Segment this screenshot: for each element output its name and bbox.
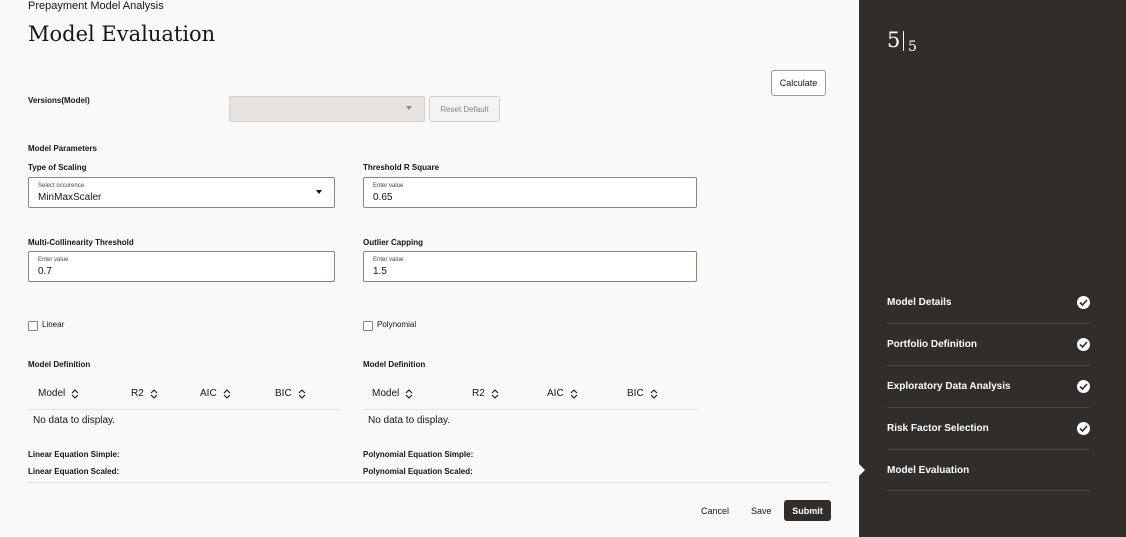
column-header-label: AIC: [547, 388, 564, 399]
linear-empty-message: No data to display.: [33, 415, 116, 426]
step-exploratory-data-analysis[interactable]: Exploratory Data Analysis: [887, 380, 1090, 423]
polynomial-model-definition-title: Model Definition: [363, 360, 426, 369]
check-circle-icon: [1077, 296, 1090, 309]
polynomial-equation-scaled: Polynomial Equation Scaled:: [363, 467, 473, 476]
step-label: Model Evaluation: [887, 465, 970, 476]
step-counter: 5 5: [887, 28, 917, 55]
calculate-button[interactable]: Calculate: [771, 70, 826, 96]
sort-icon[interactable]: [71, 388, 79, 399]
polynomial-empty-message: No data to display.: [368, 415, 451, 426]
table-header-divider: [28, 409, 340, 410]
chevron-down-icon: [406, 106, 412, 110]
main-panel: Prepayment Model Analysis Model Evaluati…: [0, 0, 859, 537]
sort-icon[interactable]: [298, 388, 306, 399]
column-header-label: Model: [372, 388, 400, 399]
scaling-hint: Select occurence: [38, 183, 85, 189]
chevron-down-icon[interactable]: [316, 190, 322, 194]
step-divider: [887, 407, 1090, 408]
polynomial-checkbox[interactable]: [363, 321, 373, 331]
poly-col-aic[interactable]: AIC: [547, 388, 578, 399]
polynomial-checkbox-label[interactable]: Polynomial: [377, 320, 416, 329]
outlier-capping-label: Outlier Capping: [363, 238, 423, 247]
column-header-label: BIC: [627, 388, 644, 399]
threshold-r-square-label: Threshold R Square: [363, 163, 440, 172]
multi-collinearity-label: Multi-Collinearity Threshold: [28, 238, 134, 247]
save-button[interactable]: Save: [751, 506, 772, 516]
poly-col-r2[interactable]: R2: [472, 388, 499, 399]
page-title: Model Evaluation: [28, 22, 216, 46]
check-circle-icon: [1077, 380, 1090, 393]
step-divider: [887, 323, 1090, 324]
step-label: Exploratory Data Analysis: [887, 381, 1011, 392]
step-separator: [903, 31, 904, 51]
step-label: Risk Factor Selection: [887, 423, 989, 434]
step-divider: [887, 490, 1090, 491]
step-risk-factor-selection[interactable]: Risk Factor Selection: [887, 422, 1090, 465]
versions-label: Versions(Model): [28, 96, 90, 105]
table-header-divider: [363, 409, 697, 410]
threshold-r-square-value: 0.65: [373, 192, 393, 203]
multi-collinearity-input[interactable]: Enter value 0.7: [28, 251, 335, 282]
breadcrumb[interactable]: Prepayment Model Analysis: [28, 0, 164, 12]
step-divider: [887, 449, 1090, 450]
step-current: 5: [887, 28, 901, 52]
check-circle-icon: [1077, 338, 1090, 351]
poly-col-bic[interactable]: BIC: [627, 388, 658, 399]
sort-icon[interactable]: [150, 388, 158, 399]
sort-icon[interactable]: [223, 388, 231, 399]
linear-equation-scaled: Linear Equation Scaled:: [28, 467, 120, 476]
multi-collinearity-value: 0.7: [38, 266, 52, 277]
footer-divider: [28, 482, 830, 483]
linear-col-model[interactable]: Model: [38, 388, 79, 399]
column-header-label: R2: [472, 388, 485, 399]
linear-checkbox-label[interactable]: Linear: [42, 320, 64, 329]
sort-icon[interactable]: [570, 388, 578, 399]
sort-icon[interactable]: [491, 388, 499, 399]
stepper-panel: 5 5 Model Details Portfolio Definition E…: [859, 0, 1126, 537]
scaling-select[interactable]: Select occurence MinMaxScaler: [28, 177, 335, 208]
versions-select: [229, 96, 425, 122]
linear-col-aic[interactable]: AIC: [200, 388, 231, 399]
multi-collinearity-hint: Enter value: [38, 257, 69, 263]
check-circle-icon: [1077, 422, 1090, 435]
outlier-capping-value: 1.5: [373, 266, 387, 277]
linear-checkbox[interactable]: [28, 321, 38, 331]
linear-col-r2[interactable]: R2: [131, 388, 158, 399]
linear-equation-simple: Linear Equation Simple:: [28, 450, 120, 459]
step-model-evaluation[interactable]: Model Evaluation: [887, 465, 1090, 507]
model-parameters-heading: Model Parameters: [28, 144, 97, 153]
linear-model-definition-title: Model Definition: [28, 360, 91, 369]
column-header-label: BIC: [275, 388, 292, 399]
column-header-label: R2: [131, 388, 144, 399]
scaling-label: Type of Scaling: [28, 163, 87, 172]
active-step-indicator: [859, 464, 865, 476]
step-total: 5: [908, 39, 917, 55]
cancel-button[interactable]: Cancel: [701, 506, 729, 516]
poly-col-model[interactable]: Model: [372, 388, 413, 399]
threshold-r-square-hint: Enter value: [373, 183, 404, 189]
outlier-capping-input[interactable]: Enter value 1.5: [363, 251, 697, 282]
polynomial-equation-simple: Polynomial Equation Simple:: [363, 450, 474, 459]
step-portfolio-definition[interactable]: Portfolio Definition: [887, 338, 1090, 381]
step-label: Portfolio Definition: [887, 339, 977, 350]
scaling-value: MinMaxScaler: [38, 192, 102, 203]
sort-icon[interactable]: [405, 388, 413, 399]
reset-default-button: Reset Default: [429, 96, 500, 122]
sort-icon[interactable]: [650, 388, 658, 399]
step-divider: [887, 365, 1090, 366]
column-header-label: AIC: [200, 388, 217, 399]
step-label: Model Details: [887, 297, 952, 308]
step-model-details[interactable]: Model Details: [887, 296, 1090, 339]
linear-col-bic[interactable]: BIC: [275, 388, 306, 399]
column-header-label: Model: [38, 388, 66, 399]
threshold-r-square-input[interactable]: Enter value 0.65: [363, 177, 697, 208]
outlier-capping-hint: Enter value: [373, 257, 404, 263]
submit-button[interactable]: Submit: [784, 500, 831, 521]
